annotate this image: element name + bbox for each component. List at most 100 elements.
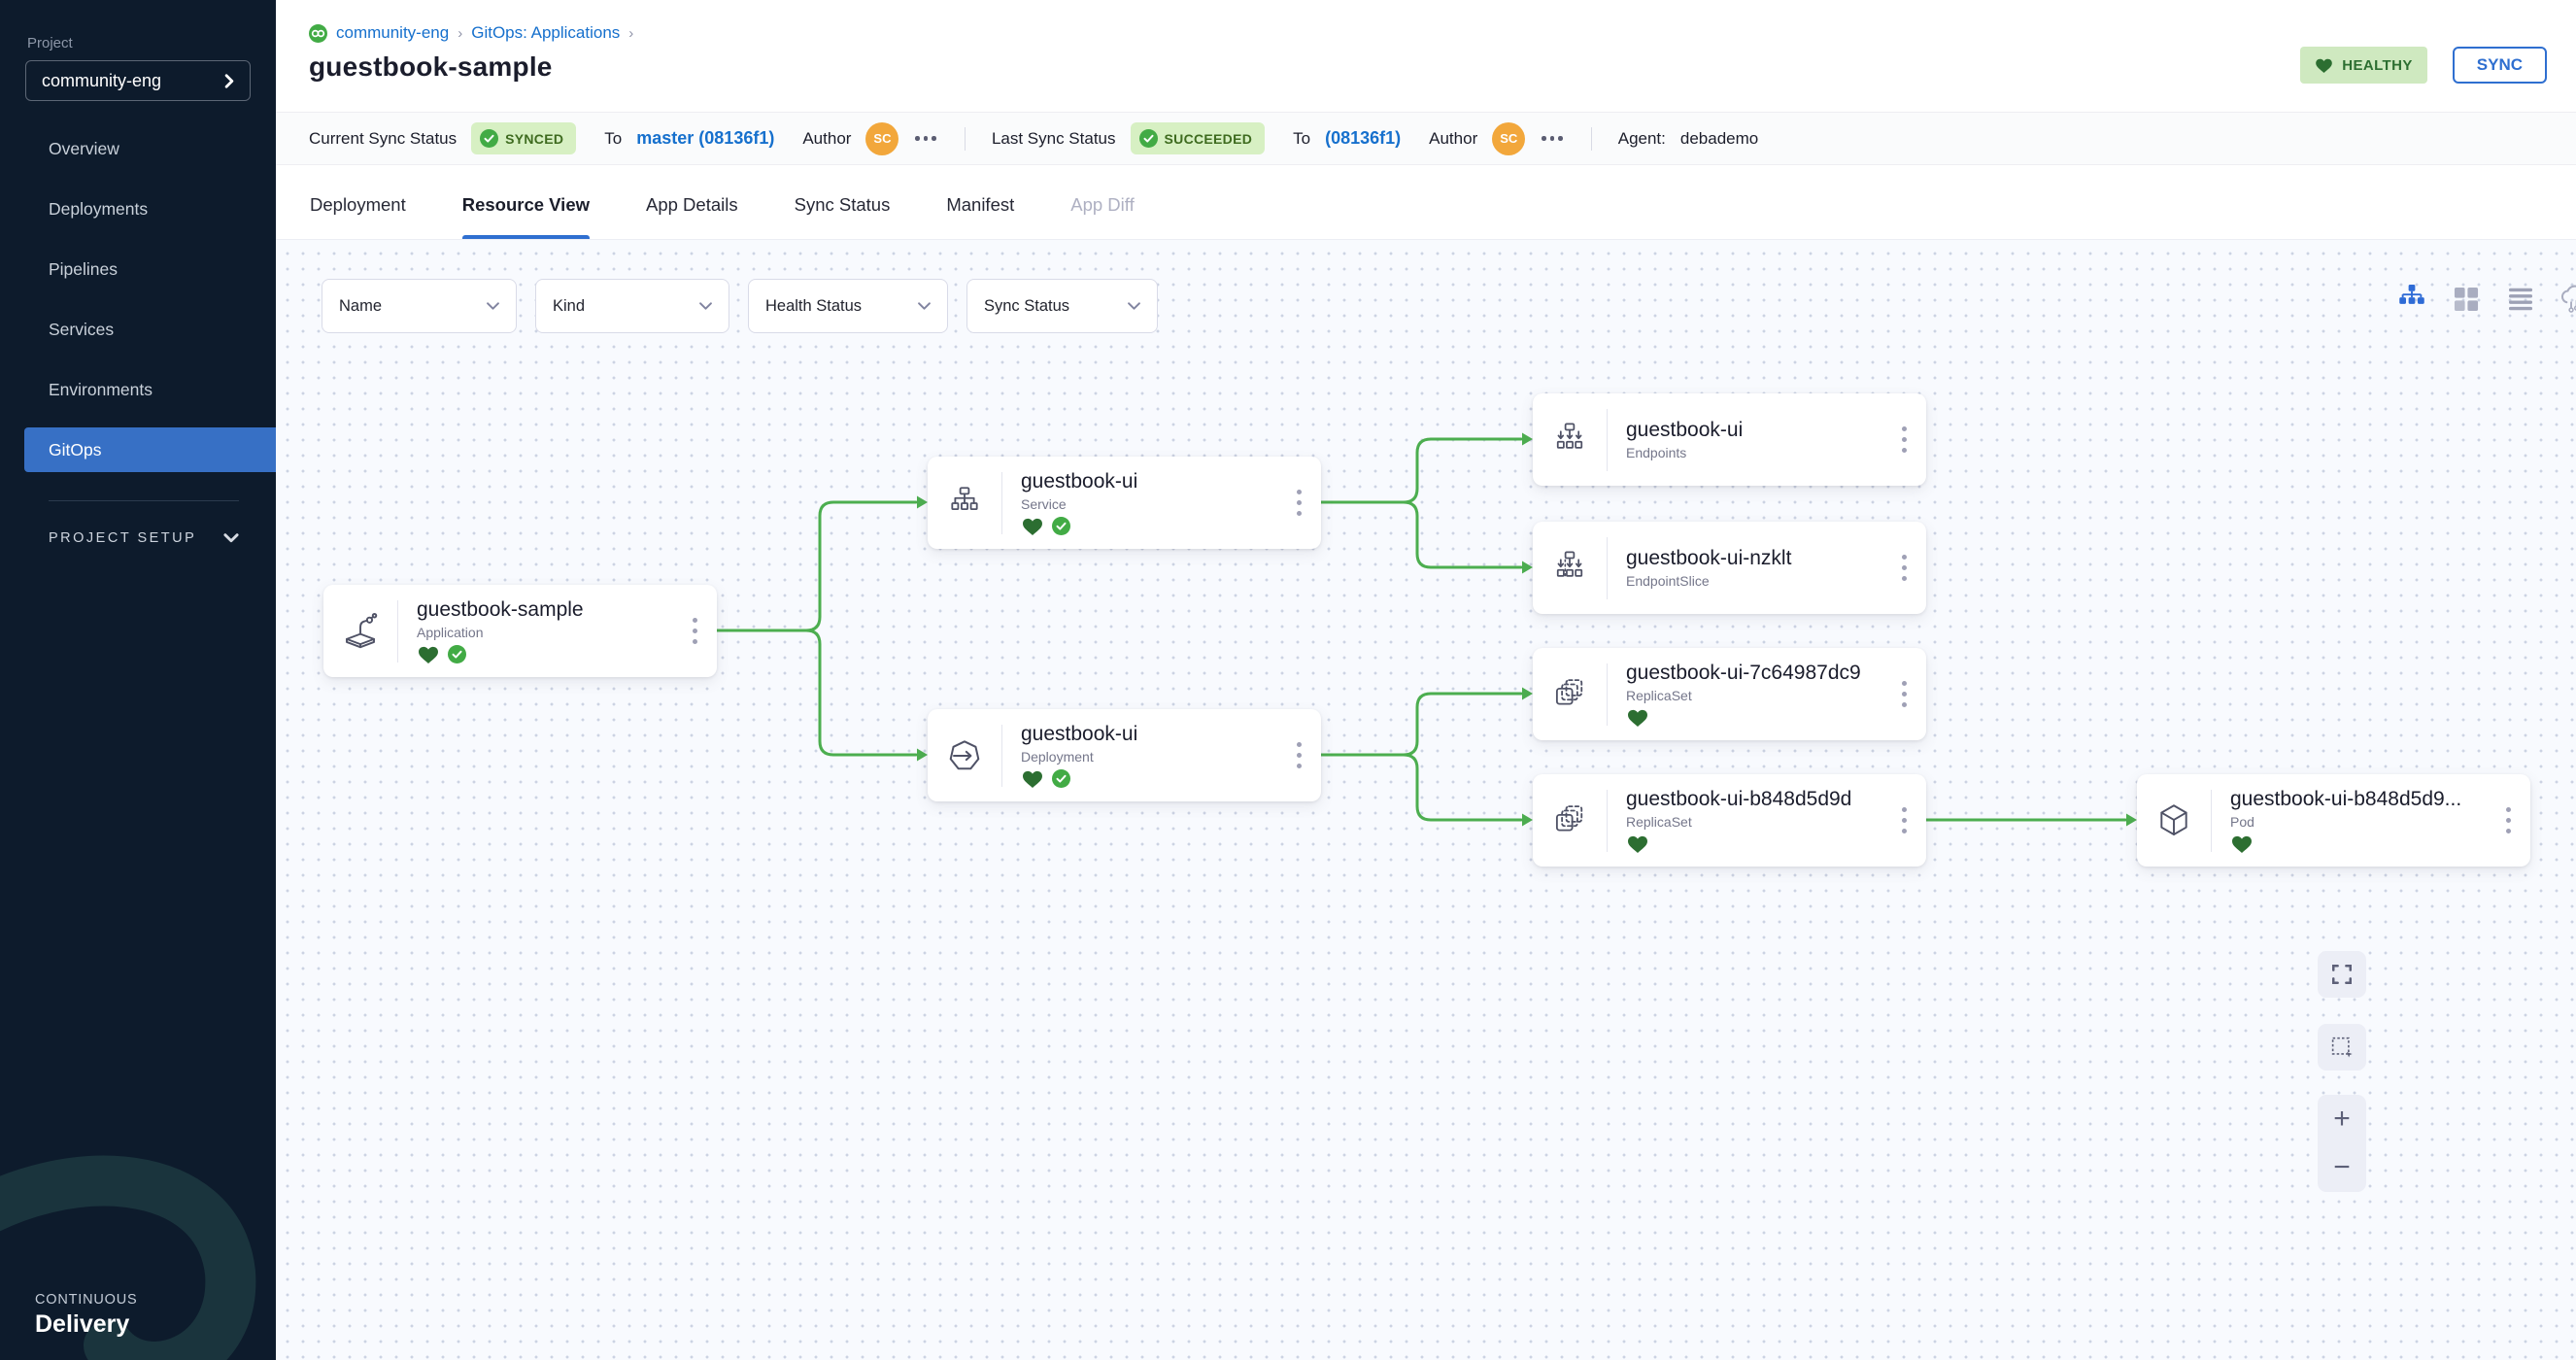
synced-badge: SYNCED	[471, 122, 576, 154]
sidebar-item-label: Pipelines	[49, 259, 118, 280]
node-menu-button[interactable]	[1291, 734, 1307, 776]
marquee-select-button[interactable]	[2318, 1024, 2366, 1071]
synced-check-icon	[448, 645, 466, 663]
node-endpointslice[interactable]: guestbook-ui-nzklt EndpointSlice	[1533, 522, 1926, 614]
product-logo-bottom: Delivery	[35, 1310, 137, 1339]
chevron-down-icon	[223, 533, 239, 543]
view-mode-toggles	[2393, 281, 2576, 318]
page-header: community-eng › GitOps: Applications › g…	[276, 0, 2576, 112]
last-author-label: Author	[1429, 129, 1477, 149]
sidebar-item-label: GitOps	[49, 440, 101, 460]
tab-sync-status[interactable]: Sync Status	[795, 165, 891, 239]
health-status-label: HEALTHY	[2342, 57, 2413, 74]
node-menu-button[interactable]	[1896, 673, 1913, 715]
node-menu-button[interactable]	[2500, 799, 2517, 841]
sidebar-item-overview[interactable]: Overview	[0, 119, 276, 179]
resource-graph-canvas[interactable]: Name Kind Health Status Sync Status	[276, 240, 2576, 1360]
project-setup-toggle[interactable]: PROJECT SETUP	[49, 530, 239, 546]
tab-label: Resource View	[462, 194, 590, 216]
node-kind: Service	[1021, 496, 1291, 512]
sidebar-item-label: Overview	[49, 139, 119, 159]
sidebar-item-label: Environments	[49, 380, 153, 400]
sync-status-bar: Current Sync Status SYNCED To master (08…	[276, 112, 2576, 165]
filter-sync-status-dropdown[interactable]: Sync Status	[966, 279, 1158, 333]
sidebar-item-pipelines[interactable]: Pipelines	[0, 239, 276, 299]
last-sync-target-link[interactable]: (08136f1)	[1325, 128, 1401, 149]
last-more-menu[interactable]	[1540, 130, 1565, 147]
project-selector-value: community-eng	[42, 71, 161, 91]
tab-label: App Details	[646, 194, 738, 216]
tab-label: Manifest	[946, 194, 1014, 216]
status-divider	[1591, 127, 1592, 151]
tab-deployment[interactable]: Deployment	[310, 165, 406, 239]
cloud-view-button[interactable]	[2557, 281, 2576, 318]
node-title: guestbook-ui-7c64987dc9	[1626, 662, 1896, 685]
node-menu-button[interactable]	[687, 610, 703, 652]
agent-value: debademo	[1680, 129, 1758, 149]
node-kind: Pod	[2230, 814, 2500, 830]
list-view-button[interactable]	[2502, 281, 2539, 318]
node-replicaset-7c64987dc9[interactable]: guestbook-ui-7c64987dc9 ReplicaSet	[1533, 648, 1926, 740]
node-pod[interactable]: guestbook-ui-b848d5d9... Pod	[2137, 774, 2530, 867]
node-application[interactable]: guestbook-sample Application	[323, 585, 717, 677]
node-menu-button[interactable]	[1896, 419, 1913, 460]
sidebar-nav: Overview Deployments Pipelines Services …	[0, 119, 276, 480]
project-setup-label: PROJECT SETUP	[49, 530, 196, 546]
last-author-avatar[interactable]: SC	[1492, 122, 1525, 155]
chevron-right-icon	[224, 74, 234, 88]
product-logo: CONTINUOUS Delivery	[35, 1292, 137, 1339]
tab-resource-view[interactable]: Resource View	[462, 165, 590, 239]
filter-label: Sync Status	[984, 297, 1069, 316]
tree-view-button[interactable]	[2393, 281, 2430, 318]
node-replicaset-b848d5d9d[interactable]: guestbook-ui-b848d5d9d ReplicaSet	[1533, 774, 1926, 867]
node-menu-button[interactable]	[1896, 799, 1913, 841]
tab-app-details[interactable]: App Details	[646, 165, 738, 239]
project-selector[interactable]: community-eng	[25, 60, 251, 101]
sidebar-item-deployments[interactable]: Deployments	[0, 179, 276, 239]
node-title: guestbook-ui-b848d5d9d	[1626, 788, 1896, 811]
node-kind: EndpointSlice	[1626, 573, 1896, 589]
tab-manifest[interactable]: Manifest	[946, 165, 1014, 239]
service-icon	[928, 483, 1001, 524]
node-kind: Application	[417, 625, 687, 640]
fullscreen-button[interactable]	[2318, 951, 2366, 998]
node-kind: ReplicaSet	[1626, 814, 1896, 830]
healthy-heart-icon	[1021, 769, 1044, 789]
zoom-out-button[interactable]: −	[2333, 1153, 2351, 1182]
breadcrumb-project-link[interactable]: community-eng	[336, 23, 449, 43]
node-endpoints[interactable]: guestbook-ui Endpoints	[1533, 393, 1926, 486]
node-service[interactable]: guestbook-ui Service	[928, 457, 1321, 549]
breadcrumb-section-link[interactable]: GitOps: Applications	[471, 23, 620, 43]
node-menu-button[interactable]	[1896, 547, 1913, 589]
current-sync-target-link[interactable]: master (08136f1)	[636, 128, 774, 149]
current-author-avatar[interactable]: SC	[865, 122, 898, 155]
node-menu-button[interactable]	[1291, 482, 1307, 524]
node-deployment[interactable]: guestbook-ui Deployment	[928, 709, 1321, 801]
page-title: guestbook-sample	[309, 51, 2576, 83]
list-view-icon	[2503, 282, 2538, 317]
status-divider	[965, 127, 966, 151]
node-title: guestbook-ui-nzklt	[1626, 547, 1896, 570]
tree-view-icon	[2394, 282, 2429, 317]
synced-check-icon	[1052, 769, 1070, 788]
sidebar: Project community-eng Overview Deploymen…	[0, 0, 276, 1360]
filter-name-dropdown[interactable]: Name	[322, 279, 517, 333]
healthy-heart-icon	[2230, 834, 2254, 854]
filter-kind-dropdown[interactable]: Kind	[535, 279, 729, 333]
zoom-in-button[interactable]: +	[2333, 1105, 2351, 1134]
current-to-label: To	[604, 129, 622, 149]
main-content: community-eng › GitOps: Applications › g…	[276, 0, 2576, 1360]
sync-button[interactable]: SYNC	[2453, 47, 2547, 84]
filter-health-status-dropdown[interactable]: Health Status	[748, 279, 948, 333]
cloud-view-icon	[2557, 280, 2576, 319]
sidebar-item-environments[interactable]: Environments	[0, 359, 276, 420]
sidebar-item-services[interactable]: Services	[0, 299, 276, 359]
filter-label: Name	[339, 297, 382, 316]
sidebar-item-gitops[interactable]: GitOps	[24, 427, 276, 472]
healthy-heart-icon	[1021, 517, 1044, 536]
grid-view-button[interactable]	[2448, 281, 2485, 318]
current-more-menu[interactable]	[913, 130, 938, 147]
chevron-down-icon	[699, 302, 712, 310]
node-kind: ReplicaSet	[1626, 688, 1896, 703]
tab-label: App Diff	[1070, 194, 1134, 216]
